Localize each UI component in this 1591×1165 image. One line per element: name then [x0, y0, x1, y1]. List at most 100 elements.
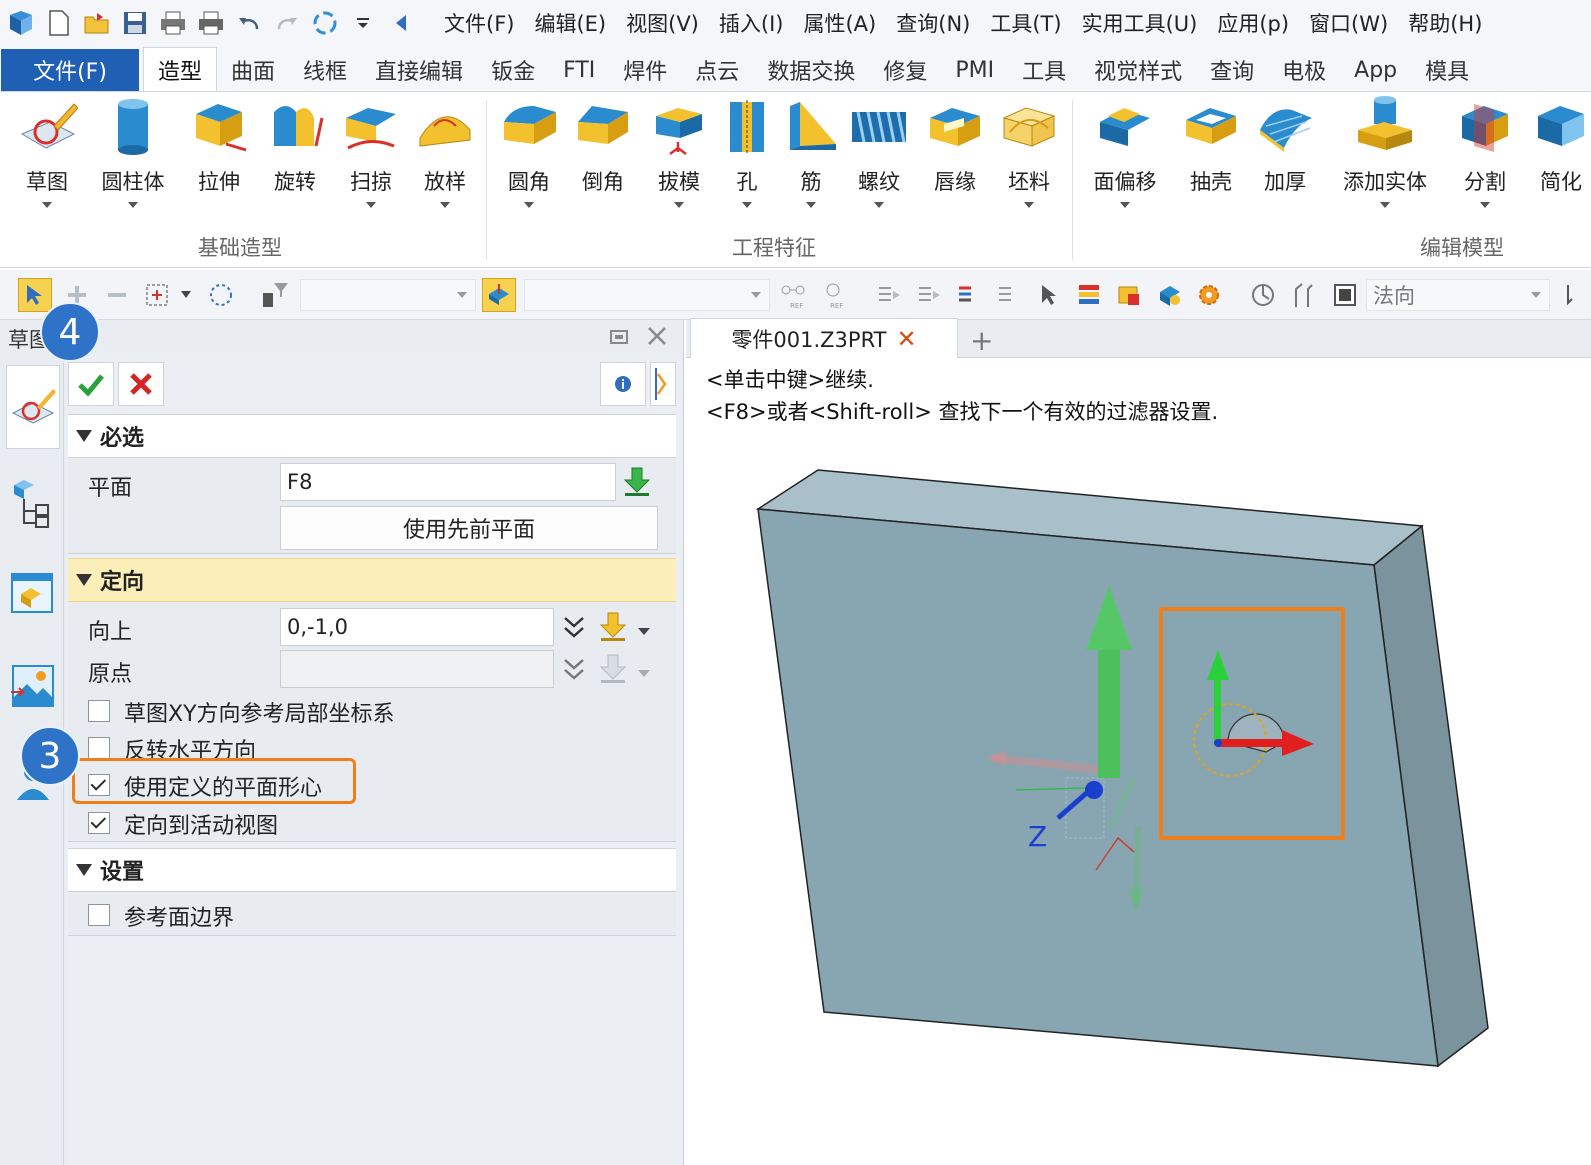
plane-pick-icon[interactable] [622, 466, 652, 502]
pick-mode-icon[interactable] [18, 278, 52, 312]
sweep-button[interactable]: 扫掠 [334, 96, 408, 208]
collapse-arrow-icon[interactable] [386, 8, 416, 38]
menu-file[interactable]: 文件(F) [434, 8, 524, 38]
save-icon[interactable] [120, 8, 150, 38]
origin-field[interactable] [280, 650, 554, 688]
sketch-button[interactable]: 草图 [10, 96, 84, 208]
info-button[interactable] [600, 362, 646, 406]
tab-inquire[interactable]: 查询 [1196, 49, 1268, 91]
sketch-panel-tab-icon[interactable] [6, 365, 60, 449]
image-insert-icon[interactable] [6, 651, 60, 721]
ref-point-icon[interactable]: REF [816, 278, 850, 312]
origin-dropdown-icon[interactable] [638, 664, 650, 683]
draft-button[interactable]: 拔模 [642, 96, 716, 208]
normal-view-icon[interactable] [1286, 278, 1320, 312]
appearance-icon[interactable] [1152, 278, 1186, 312]
cancel-button[interactable] [118, 362, 164, 406]
tab-pmi[interactable]: PMI [941, 49, 1008, 91]
plane-field[interactable]: F8 [280, 463, 616, 501]
stock-button[interactable]: 坯料 [992, 96, 1066, 208]
simplify-button[interactable]: 简化 [1524, 96, 1591, 196]
extrude-button[interactable]: 拉伸 [182, 96, 256, 196]
up-direction-field[interactable]: 0,-1,0 [280, 608, 554, 646]
app-logo-icon[interactable] [6, 8, 36, 38]
regenerate-icon[interactable] [310, 8, 340, 38]
new-file-icon[interactable] [44, 8, 74, 38]
open-file-icon[interactable] [82, 8, 112, 38]
history-tree-icon[interactable] [6, 467, 60, 537]
layers-icon[interactable] [1072, 278, 1106, 312]
view-manager-icon[interactable] [6, 557, 60, 627]
tab-app[interactable]: App [1340, 49, 1411, 91]
print-icon[interactable] [158, 8, 188, 38]
box-select-icon[interactable] [140, 278, 174, 312]
split-button[interactable]: 分割 [1448, 96, 1522, 208]
menu-view[interactable]: 视图(V) [616, 8, 709, 38]
tab-electrode[interactable]: 电极 [1268, 49, 1340, 91]
ref-geometry-icon[interactable]: REF [776, 278, 810, 312]
ref-face-boundary-checkbox[interactable] [88, 904, 110, 926]
chamfer-button[interactable]: 倒角 [566, 96, 640, 196]
subtract-icon[interactable] [100, 278, 134, 312]
menu-edit[interactable]: 编辑(E) [524, 8, 616, 38]
lip-button[interactable]: 唇缘 [918, 96, 992, 196]
rib-button[interactable]: 筋 [774, 96, 848, 208]
undo-icon[interactable] [234, 8, 264, 38]
settings-gear-icon[interactable] [1192, 278, 1226, 312]
cylinder-button[interactable]: 圆柱体 [96, 96, 170, 208]
tab-surface[interactable]: 曲面 [217, 49, 289, 91]
tab-mold[interactable]: 模具 [1411, 49, 1483, 91]
tab-repair[interactable]: 修复 [869, 49, 941, 91]
menu-window[interactable]: 窗口(W) [1299, 8, 1398, 38]
menu-insert[interactable]: 插入(I) [709, 8, 794, 38]
hole-button[interactable]: 孔 [710, 96, 784, 208]
select-mode-dropdown-icon[interactable] [176, 278, 196, 312]
up-dropdown-icon[interactable] [638, 622, 650, 641]
tab-sheet-metal[interactable]: 钣金 [477, 49, 549, 91]
print-setup-icon[interactable] [196, 8, 226, 38]
tab-data-exchange[interactable]: 数据交换 [753, 49, 869, 91]
reverse-horizontal-checkbox[interactable] [88, 737, 110, 759]
panel-close-icon[interactable] [645, 325, 669, 351]
orientation-section-header[interactable]: 定向 [68, 558, 676, 602]
filter-list-3-icon[interactable] [952, 278, 986, 312]
settings-section-header[interactable]: 设置 [68, 848, 676, 892]
menu-properties[interactable]: 属性(A) [793, 8, 886, 38]
lasso-select-icon[interactable] [204, 278, 238, 312]
thicken-button[interactable]: 加厚 [1248, 96, 1322, 196]
view-direction-combo[interactable]: 法向 [1366, 279, 1550, 311]
orient-to-active-view-checkbox[interactable] [88, 812, 110, 834]
workplane-icon[interactable] [482, 278, 516, 312]
xy-ref-local-cs-checkbox[interactable] [88, 700, 110, 722]
tab-shape[interactable]: 造型 [143, 47, 218, 91]
menu-tools[interactable]: 工具(T) [980, 8, 1071, 38]
menu-utilities[interactable]: 实用工具(U) [1072, 8, 1208, 38]
thread-button[interactable]: 螺纹 [842, 96, 916, 208]
menu-inquire[interactable]: 查询(N) [886, 8, 980, 38]
filter-list-1-icon[interactable] [872, 278, 906, 312]
toolbar-overflow-icon[interactable] [1556, 278, 1590, 312]
filter-combo[interactable] [300, 279, 476, 311]
ok-button[interactable] [68, 362, 114, 406]
file-tab[interactable]: 文件(F) [1, 49, 139, 91]
tab-point-cloud[interactable]: 点云 [681, 49, 753, 91]
filter-list-4-icon[interactable] [992, 278, 1026, 312]
filter-icon[interactable] [258, 278, 292, 312]
close-tab-icon[interactable]: ✕ [896, 325, 916, 353]
filter-list-2-icon[interactable] [912, 278, 946, 312]
redo-icon[interactable] [272, 8, 302, 38]
tab-visual-style[interactable]: 视觉样式 [1080, 49, 1196, 91]
fillet-button[interactable]: 圆角 [492, 96, 566, 208]
workplane-combo[interactable] [524, 279, 770, 311]
display-mode-icon[interactable] [1328, 278, 1362, 312]
up-pick-icon[interactable] [598, 611, 628, 647]
revolve-button[interactable]: 旋转 [258, 96, 332, 196]
tab-tools[interactable]: 工具 [1008, 49, 1080, 91]
use-previous-plane-button[interactable]: 使用先前平面 [280, 506, 658, 550]
cursor-icon[interactable] [1032, 278, 1066, 312]
up-options-chevron-icon[interactable] [562, 614, 586, 644]
origin-options-chevron-icon[interactable] [562, 656, 586, 686]
attributes-icon[interactable] [1112, 278, 1146, 312]
tab-fti[interactable]: FTI [549, 49, 609, 91]
tab-weldment[interactable]: 焊件 [609, 49, 681, 91]
